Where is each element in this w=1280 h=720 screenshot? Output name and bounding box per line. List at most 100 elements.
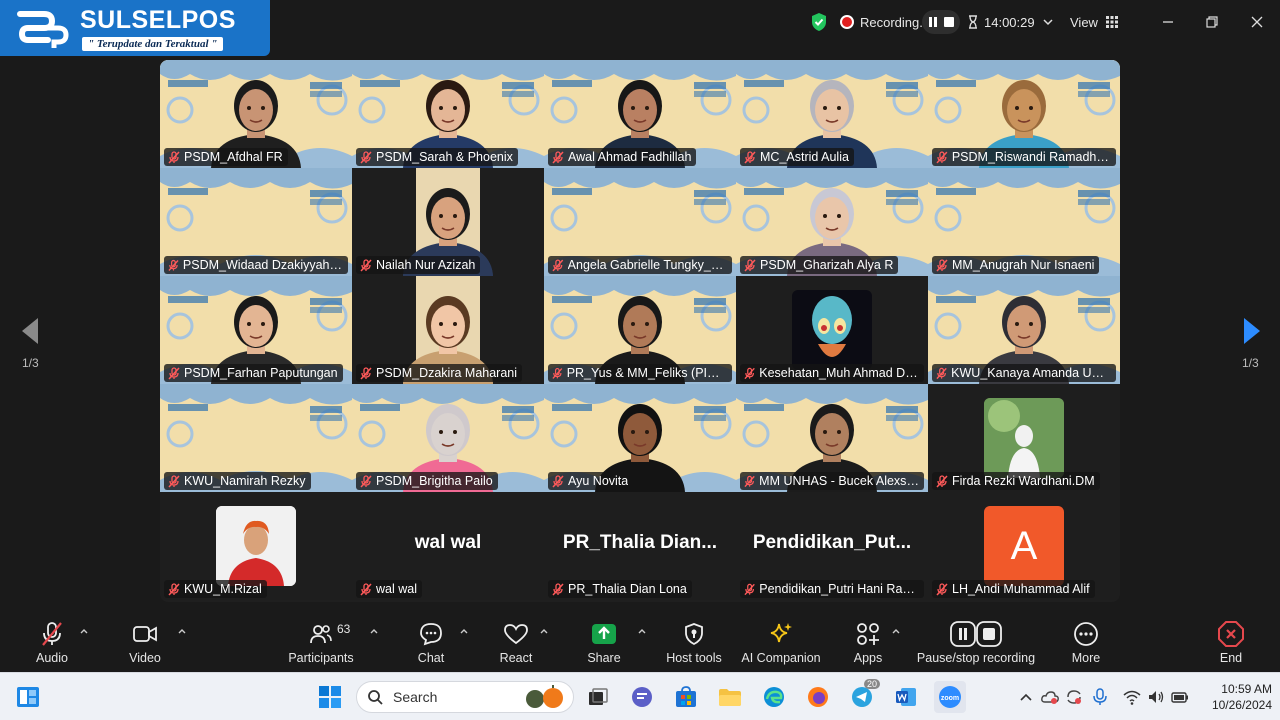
participant-tile[interactable]: KWU_Kanaya Amanda Umm... [928, 276, 1120, 384]
apps-options-chevron-up-icon[interactable] [891, 626, 901, 636]
volume-icon[interactable] [1146, 687, 1166, 707]
muted-microphone-icon [744, 150, 756, 164]
taskbar-word[interactable] [890, 681, 922, 713]
participant-name-label: PSDM_Dzakira Maharani [356, 364, 523, 382]
participant-name-label: PSDM_Gharizah Alya R [740, 256, 899, 274]
participant-tile[interactable]: Nailah Nur Azizah [352, 168, 544, 276]
heart-icon [504, 624, 528, 645]
meeting-timer[interactable]: 14:00:29 [968, 12, 1053, 32]
participant-tile[interactable]: Kesehatan_Muh Ahmad Dha... [736, 276, 928, 384]
previous-page-arrow-icon[interactable] [16, 314, 46, 348]
muted-microphone-icon [936, 474, 948, 488]
participant-tile[interactable]: wal wal wal wal [352, 492, 544, 600]
participant-tile[interactable]: Ayu Novita [544, 384, 736, 492]
participant-tile[interactable]: KWU_M.Rizal [160, 492, 352, 600]
taskbar-task-view[interactable] [582, 681, 614, 713]
audio-label: Audio [36, 651, 68, 665]
minimize-button[interactable] [1156, 10, 1180, 34]
taskbar-teams[interactable] [626, 681, 658, 713]
taskbar-edge[interactable] [758, 681, 790, 713]
profile-photo-icon [984, 398, 1064, 478]
edge-browser-icon [764, 687, 784, 707]
participant-tile[interactable]: MC_Astrid Aulia [736, 60, 928, 168]
restore-button[interactable] [1200, 10, 1224, 34]
taskbar-telegram[interactable]: 20 [846, 679, 881, 713]
participant-tile[interactable]: PR_Yus & MM_Feliks (PIC PS... [544, 276, 736, 384]
participant-name: PSDM_Widaad Dzakiyyah Se... [182, 258, 343, 272]
participant-tile[interactable]: PSDM_Afdhal FR [160, 60, 352, 168]
participant-tile[interactable]: PSDM_Brigitha Pailo [352, 384, 544, 492]
share-label: Share [587, 651, 621, 665]
close-button[interactable] [1245, 10, 1269, 34]
participant-tile[interactable]: PSDM_Riswandi Ramadhani [928, 60, 1120, 168]
participant-tile[interactable]: Firda Rezki Wardhani.DM [928, 384, 1120, 492]
microphone-in-use-icon[interactable] [1090, 687, 1110, 707]
muted-microphone-icon [168, 582, 180, 596]
battery-charging-icon[interactable] [1170, 687, 1190, 707]
participant-tile[interactable]: KWU_Namirah Rezky [160, 384, 352, 492]
taskbar-file-explorer[interactable] [714, 681, 746, 713]
participant-name-label: Nailah Nur Azizah [356, 256, 481, 274]
recording-controls[interactable] [922, 10, 960, 34]
video-options-chevron-up-icon[interactable] [177, 626, 187, 636]
taskbar-zoom[interactable]: zoom [934, 681, 966, 713]
recording-indicator[interactable]: Recording... [840, 12, 930, 32]
participant-tile[interactable]: PSDM_Sarah & Phoenix [352, 60, 544, 168]
close-icon [1251, 16, 1263, 28]
view-button[interactable]: View [1070, 12, 1118, 32]
participant-tile[interactable]: PSDM_Gharizah Alya R [736, 168, 928, 276]
participant-tile[interactable]: A LH_Andi Muhammad Alif [928, 492, 1120, 600]
participant-name-label: Awal Ahmad Fadhillah [548, 148, 697, 166]
muted-microphone-icon [936, 258, 948, 272]
participant-name-label: Kesehatan_Muh Ahmad Dha... [740, 364, 924, 382]
taskbar-clock[interactable]: 10:59 AM 10/26/2024 [1196, 681, 1272, 713]
share-options-chevron-up-icon[interactable] [637, 626, 647, 636]
taskbar-store[interactable] [670, 681, 702, 713]
participant-tile[interactable]: PSDM_Widaad Dzakiyyah Se... [160, 168, 352, 276]
share-button[interactable]: Share [559, 620, 649, 665]
participant-name: Firda Rezki Wardhani.DM [952, 474, 1095, 488]
start-button[interactable] [314, 681, 346, 713]
chat-options-chevron-up-icon[interactable] [459, 626, 469, 636]
host-tools-button[interactable]: Host tools [649, 620, 739, 665]
ai-companion-button[interactable]: AI Companion [736, 620, 826, 665]
more-label: More [1071, 651, 1101, 665]
logo-tagline: " Terupdate dan Teraktual " [82, 37, 224, 51]
participant-tile[interactable]: PSDM_Farhan Paputungan [160, 276, 352, 384]
audio-options-chevron-up-icon[interactable] [79, 626, 89, 636]
zoom-app-icon: zoom [939, 686, 961, 708]
sync-alert-icon[interactable] [1064, 687, 1084, 707]
participant-tile[interactable]: Awal Ahmad Fadhillah [544, 60, 736, 168]
participants-button[interactable]: 63 Participants [276, 620, 366, 665]
participant-tile[interactable]: MM_Anugrah Nur Isnaeni [928, 168, 1120, 276]
participant-name-label: MM_Anugrah Nur Isnaeni [932, 256, 1100, 274]
more-button[interactable]: More [1041, 620, 1131, 665]
show-hidden-icons-chevron-up-icon[interactable] [1016, 687, 1036, 707]
participant-tile[interactable]: Pendidikan_Put... Pendidikan_Putri Hani R… [736, 492, 928, 600]
participant-tile[interactable]: PSDM_Dzakira Maharani [352, 276, 544, 384]
cloud-sync-icon[interactable] [1040, 687, 1060, 707]
end-meeting-button[interactable]: End [1186, 620, 1276, 665]
wifi-icon[interactable] [1122, 687, 1142, 707]
pause-icon[interactable] [927, 16, 939, 28]
participant-tile[interactable]: MM UNHAS - Bucek Alexsan... [736, 384, 928, 492]
participants-options-chevron-up-icon[interactable] [369, 626, 379, 636]
next-page-arrow-icon[interactable] [1236, 314, 1266, 348]
search-icon [368, 690, 383, 705]
react-options-chevron-up-icon[interactable] [539, 626, 549, 636]
participant-name: MM UNHAS - Bucek Alexsan... [759, 474, 919, 488]
logo-name: SULSELPOS [80, 6, 236, 34]
pause-stop-recording-button[interactable]: Pause/stop recording [916, 620, 1036, 665]
clock-date: 10/26/2024 [1211, 698, 1272, 712]
taskbar-search[interactable]: Search [356, 681, 574, 713]
participant-name-label: KWU_Kanaya Amanda Umm... [932, 364, 1116, 382]
widgets-button[interactable] [12, 681, 44, 713]
taskbar-firefox[interactable] [802, 681, 834, 713]
muted-microphone-icon [552, 582, 564, 596]
encryption-shield-icon[interactable] [810, 12, 828, 32]
participant-tile[interactable]: PR_Thalia Dian... PR_Thalia Dian Lona [544, 492, 736, 600]
stop-icon[interactable] [943, 16, 955, 28]
participant-name: PSDM_Sarah & Phoenix [376, 150, 513, 164]
participant-tile[interactable]: Angela Gabrielle Tungky_MM [544, 168, 736, 276]
muted-microphone-icon [936, 582, 948, 596]
